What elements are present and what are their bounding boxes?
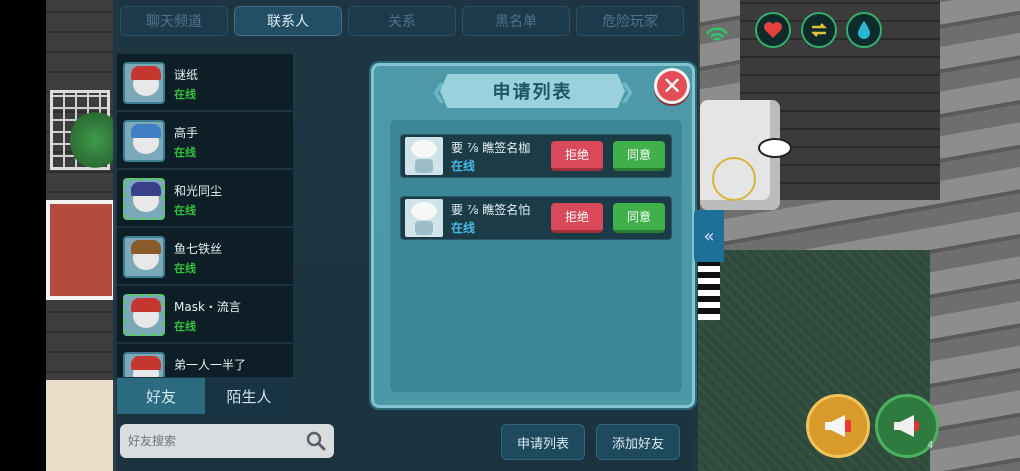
floor-tile: [46, 380, 116, 471]
friend-search: [120, 424, 334, 458]
avatar: [123, 62, 165, 104]
ornament-left-icon: ❮: [430, 79, 448, 103]
top-tabs: 聊天频道 联系人 关系 黑名单 危险玩家: [120, 6, 684, 38]
list-item[interactable]: 和光同尘 在线: [117, 170, 293, 227]
search-icon[interactable]: [306, 431, 326, 451]
left-letterbox: [0, 0, 46, 471]
contact-status: 在线: [174, 376, 196, 377]
tab-dangerous-players[interactable]: 危险玩家: [576, 6, 684, 36]
list-item[interactable]: 弟一人一半了 在线: [117, 344, 293, 377]
requester-status: 在线: [451, 221, 476, 235]
request-list-button[interactable]: 申请列表: [501, 424, 585, 460]
avatar: [123, 178, 165, 220]
request-row: 要 ⅞ 瞧签名枷 在线 拒绝 同意: [400, 134, 672, 178]
agree-button[interactable]: 同意: [613, 203, 665, 233]
tab-friends[interactable]: 好友: [117, 378, 205, 414]
contact-status: 在线: [174, 262, 196, 275]
contact-status: 在线: [174, 320, 196, 333]
contact-name: Mask・流言: [174, 300, 241, 314]
tab-strangers[interactable]: 陌生人: [205, 378, 293, 414]
contact-name: 高手: [174, 126, 199, 140]
agree-button[interactable]: 同意: [613, 141, 665, 171]
list-item[interactable]: 鱼七铁丝 在线: [117, 228, 293, 285]
reject-button[interactable]: 拒绝: [551, 141, 603, 171]
requester-name: 要 ⅞ 瞧签名枷: [451, 141, 531, 155]
contact-name: 和光同尘: [174, 184, 223, 198]
avatar: [123, 120, 165, 162]
contact-name: 谜纸: [174, 68, 199, 82]
list-item[interactable]: Mask・流言 在线: [117, 286, 293, 343]
loudspeaker-icon: [894, 415, 919, 437]
search-input[interactable]: [128, 434, 298, 448]
tab-blacklist[interactable]: 黑名单: [462, 6, 570, 36]
avatar: [123, 236, 165, 278]
add-friend-button[interactable]: 添加好友: [596, 424, 680, 460]
contact-name: 鱼七铁丝: [174, 242, 223, 256]
contact-status: 在线: [174, 146, 196, 159]
collapse-panel-icon[interactable]: «: [694, 210, 724, 262]
contact-status: 在线: [174, 204, 196, 217]
tab-relations[interactable]: 关系: [348, 6, 456, 36]
dialog-title-banner: 申请列表: [440, 74, 625, 108]
contact-status: 在线: [174, 88, 196, 101]
water-drop-icon[interactable]: [846, 12, 882, 48]
creature-eye: [758, 138, 792, 158]
megaphone-button[interactable]: [806, 394, 870, 458]
avatar: [405, 137, 443, 175]
reject-button[interactable]: 拒绝: [551, 203, 603, 233]
close-icon[interactable]: ✕: [654, 68, 690, 104]
list-item[interactable]: 高手 在线: [117, 112, 293, 169]
request-row: 要 ⅞ 瞧签名怕 在线 拒绝 同意: [400, 196, 672, 240]
list-item[interactable]: 谜纸 在线: [117, 54, 293, 111]
avatar: [123, 294, 165, 336]
heart-icon[interactable]: [755, 12, 791, 48]
avatar: [123, 352, 165, 377]
mic-count-badge: 4: [927, 440, 934, 451]
megaphone-icon: [825, 415, 851, 437]
requester-status: 在线: [451, 159, 476, 173]
swap-icon[interactable]: [801, 12, 837, 48]
requester-name: 要 ⅞ 瞧签名怕: [451, 203, 531, 217]
bottom-tabs: 好友 陌生人: [117, 378, 293, 414]
bench: [46, 200, 116, 300]
avatar: [405, 199, 443, 237]
contact-list[interactable]: 谜纸 在线 高手 在线 和光同尘 在线 鱼七铁丝 在线 Mask・流言 在线 弟…: [117, 54, 293, 377]
target-reticle-icon[interactable]: [712, 157, 756, 201]
contact-name: 弟一人一半了: [174, 358, 247, 372]
tab-chat-channel[interactable]: 聊天频道: [120, 6, 228, 36]
dialog-title: 申请列表: [492, 82, 573, 103]
signal-icon: [705, 27, 729, 41]
ornament-right-icon: ❯: [618, 79, 636, 103]
tab-contacts[interactable]: 联系人: [234, 6, 342, 36]
